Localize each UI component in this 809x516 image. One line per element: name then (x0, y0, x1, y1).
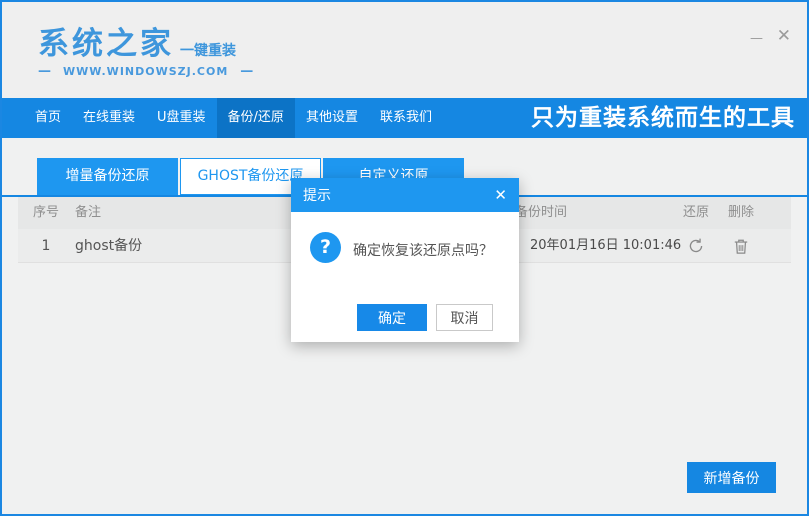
dialog-message: 确定恢复该还原点吗？ (353, 243, 493, 259)
website-url: WWW.WINDOWSZJ.COM (63, 65, 229, 78)
nav-item-online-reinstall[interactable]: 在线重装 (72, 98, 146, 138)
col-header-delete: 删除 (727, 205, 754, 220)
app-logo-suffix: 一键重装 (180, 43, 236, 59)
dialog-body: ? 确定恢复该还原点吗？ 确定 取消 (291, 212, 519, 342)
col-header-no: 序号 (32, 205, 59, 220)
minimize-icon: — (750, 31, 763, 46)
dialog-titlebar: 提示 ✕ (291, 178, 519, 212)
titlebar: 系统之家 一键重装 — WWW.WINDOWSZJ.COM — — ✕ (2, 2, 807, 98)
dialog-title: 提示 (303, 188, 331, 204)
nav-slogan: 只为重装系统而生的工具 (531, 105, 795, 131)
row-note: ghost备份 (75, 238, 143, 254)
row-backup-time: 20年01月16日 10:01:46 (530, 238, 682, 253)
dialog-close-icon: ✕ (494, 186, 507, 204)
close-icon: ✕ (776, 26, 791, 46)
app-logo: 系统之家 (38, 26, 174, 62)
main-nav: 首页 在线重装 U盘重装 备份/还原 其他设置 联系我们 只为重装系统而生的工具 (2, 98, 807, 138)
trash-icon (733, 238, 749, 255)
dash-left: — (38, 64, 51, 79)
website-line: — WWW.WINDOWSZJ.COM — (38, 64, 253, 79)
tab-incremental-backup[interactable]: 增量备份还原 (37, 158, 178, 195)
confirm-dialog: 提示 ✕ ? 确定恢复该还原点吗？ 确定 取消 (291, 178, 519, 342)
window-close-button[interactable]: ✕ (777, 28, 791, 45)
dash-right: — (240, 64, 254, 79)
new-backup-button[interactable]: 新增备份 (687, 462, 776, 493)
app-window: 系统之家 一键重装 — WWW.WINDOWSZJ.COM — — ✕ 首页 在… (0, 0, 809, 516)
nav-item-home[interactable]: 首页 (24, 98, 72, 138)
refresh-icon (687, 237, 705, 255)
minimize-button[interactable]: — (750, 32, 763, 45)
col-header-note: 备注 (75, 205, 102, 220)
dialog-close-button[interactable]: ✕ (494, 186, 507, 204)
nav-item-contact-us[interactable]: 联系我们 (369, 98, 443, 138)
delete-button[interactable] (711, 229, 771, 263)
confirm-ok-button[interactable]: 确定 (357, 304, 427, 331)
nav-item-backup-restore[interactable]: 备份/还原 (216, 98, 295, 138)
confirm-cancel-button[interactable]: 取消 (436, 304, 493, 331)
nav-item-usb-reinstall[interactable]: U盘重装 (146, 98, 217, 138)
nav-item-other-settings[interactable]: 其他设置 (295, 98, 369, 138)
question-icon: ? (310, 232, 341, 263)
row-index: 1 (41, 238, 51, 254)
